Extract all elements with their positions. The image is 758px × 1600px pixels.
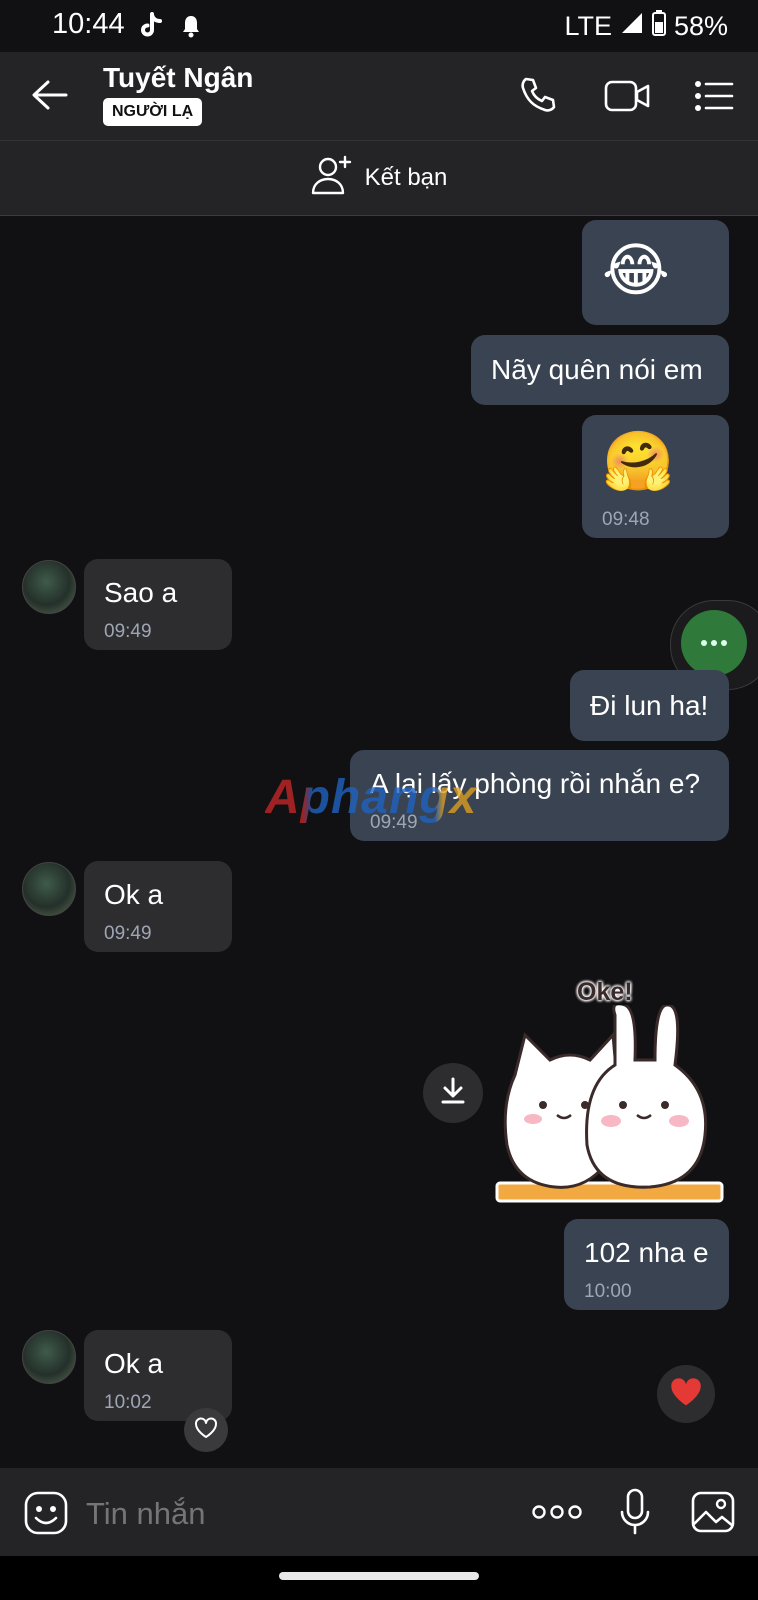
- heart-icon: [670, 1377, 702, 1412]
- signal-icon: [620, 11, 644, 42]
- message-time: 09:48: [602, 509, 650, 530]
- message-bubble[interactable]: 😂: [582, 220, 729, 325]
- add-friend-label: Kết bạn: [364, 164, 448, 191]
- status-bar: 10:44 LTE 58%: [0, 0, 758, 52]
- message-text: 102 nha e: [584, 1237, 709, 1268]
- sticker-message[interactable]: Oke!: [495, 975, 735, 1210]
- download-icon: [440, 1077, 466, 1110]
- emoji-message: 😂: [602, 238, 670, 303]
- message-time: 09:49: [104, 621, 152, 642]
- video-call-icon[interactable]: [604, 78, 650, 119]
- network-type: LTE: [564, 11, 612, 41]
- message-text: Đi lun ha!: [590, 689, 709, 721]
- image-gallery-icon[interactable]: [690, 1490, 736, 1539]
- more-options-fab[interactable]: [681, 610, 747, 676]
- message-bubble[interactable]: 102 nha e 10:00: [564, 1219, 729, 1310]
- bell-notification-icon: [180, 14, 202, 43]
- menu-list-icon[interactable]: [694, 80, 734, 117]
- watermark-logo: Aphangx: [265, 771, 478, 824]
- back-arrow-icon[interactable]: [30, 78, 70, 117]
- add-person-icon: [311, 155, 353, 202]
- message-bubble[interactable]: Nãy quên nói em: [471, 335, 729, 405]
- tiktok-notification-icon: [138, 12, 164, 45]
- heart-outline-icon: [194, 1416, 218, 1444]
- message-time: 10:00: [584, 1281, 632, 1302]
- message-bubble[interactable]: 🤗 09:48: [582, 415, 729, 538]
- status-time: 10:44: [52, 8, 125, 40]
- add-friend-button[interactable]: Kết bạn: [0, 140, 758, 216]
- microphone-icon[interactable]: [620, 1488, 650, 1541]
- message-input[interactable]: [84, 1490, 488, 1538]
- contact-avatar[interactable]: [22, 560, 76, 614]
- sticker-emoji-icon[interactable]: [23, 1490, 69, 1541]
- battery-percent: 58%: [673, 11, 728, 41]
- battery-icon: [651, 10, 666, 43]
- quick-heart-button[interactable]: [657, 1365, 715, 1423]
- contact-name[interactable]: Tuyết Ngân: [103, 62, 253, 94]
- home-gesture-pill[interactable]: [279, 1572, 479, 1580]
- sticker-caption: Oke!: [577, 978, 633, 1006]
- message-bubble[interactable]: Ok a 09:49: [84, 861, 232, 952]
- emoji-message: 🤗: [602, 429, 675, 494]
- phone-call-icon[interactable]: [518, 75, 558, 120]
- message-text: Sao a: [104, 577, 178, 608]
- message-text: Ok a: [104, 1348, 164, 1379]
- message-time: 10:02: [104, 1392, 152, 1413]
- react-heart-button[interactable]: [184, 1408, 228, 1452]
- stranger-badge: NGƯỜI LẠ: [103, 98, 203, 126]
- cat-and-bunny-sticker: [495, 1005, 724, 1203]
- message-bubble[interactable]: Đi lun ha!: [570, 670, 729, 741]
- download-sticker-button[interactable]: [423, 1063, 483, 1123]
- contact-avatar[interactable]: [22, 862, 76, 916]
- status-right-group: LTE 58%: [564, 10, 728, 43]
- message-time: 09:49: [104, 923, 152, 944]
- more-ellipsis-icon[interactable]: [532, 1502, 582, 1527]
- ellipsis-icon: [700, 634, 728, 652]
- message-bubble[interactable]: Sao a 09:49: [84, 559, 232, 650]
- contact-avatar[interactable]: [22, 1330, 76, 1384]
- message-text: Nãy quên nói em: [491, 354, 703, 385]
- message-text: Ok a: [104, 879, 164, 910]
